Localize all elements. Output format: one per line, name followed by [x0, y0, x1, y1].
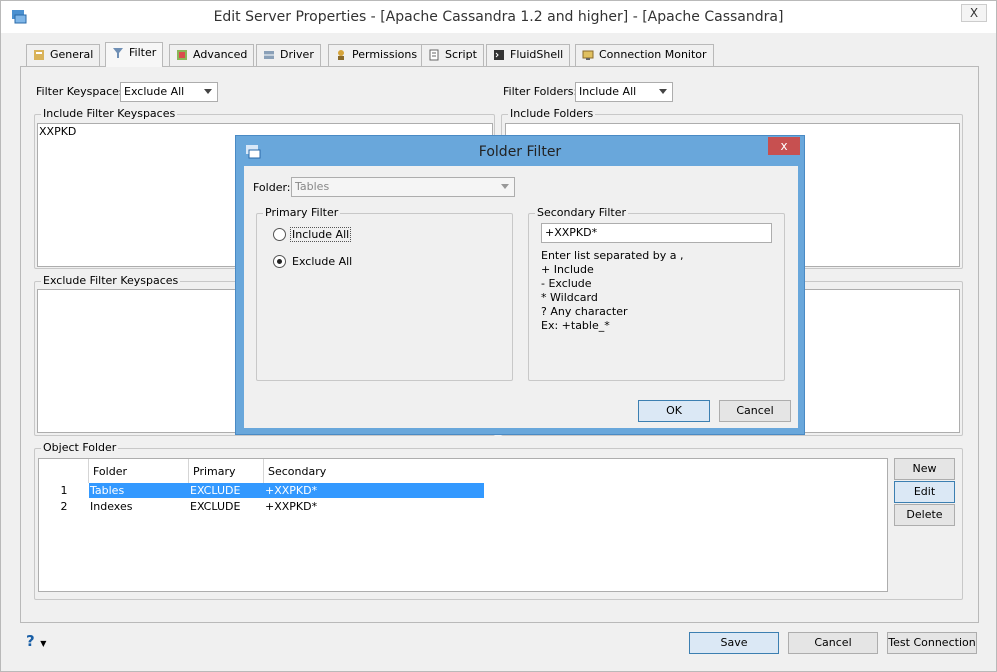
new-button[interactable]: New — [894, 458, 955, 480]
help-line: ? Any character — [541, 305, 628, 318]
chevron-down-icon — [659, 89, 667, 94]
filter-keyspaces-value: Exclude All — [124, 85, 185, 98]
filter-keyspaces-combo[interactable]: Exclude All — [120, 82, 218, 102]
help-line: - Exclude — [541, 277, 592, 290]
row-number: 2 — [60, 500, 68, 513]
row-number: 1 — [60, 484, 68, 497]
folder-combo-value: Tables — [295, 180, 330, 193]
table-header-secondary[interactable]: Secondary — [264, 459, 484, 483]
delete-button[interactable]: Delete — [894, 504, 955, 526]
edit-server-properties-window: Edit Server Properties - [Apache Cassand… — [0, 0, 997, 672]
dialog-cancel-button[interactable]: Cancel — [719, 400, 791, 422]
folder-combo[interactable]: Tables — [291, 177, 515, 197]
table-header-primary[interactable]: Primary — [189, 459, 264, 483]
radio-unchecked-icon — [273, 228, 286, 241]
save-button[interactable]: Save — [689, 632, 779, 654]
row-folder: Tables — [89, 483, 189, 498]
help-line: + Include — [541, 263, 594, 276]
cancel-button[interactable]: Cancel — [788, 632, 878, 654]
row-secondary: +XXPKD* — [265, 500, 318, 513]
tab-connection-monitor-label: Connection Monitor — [599, 48, 707, 61]
include-keyspaces-title: Include Filter Keyspaces — [41, 107, 178, 120]
help-line: Enter list separated by a , — [541, 249, 684, 262]
tab-general-label: General — [50, 48, 94, 61]
tab-script[interactable]: Script — [421, 44, 484, 66]
dialog-body: Folder: Tables Primary Filter Include Al… — [244, 166, 798, 428]
help-line: * Wildcard — [541, 291, 598, 304]
tab-script-label: Script — [445, 48, 477, 61]
filter-folders-combo[interactable]: Include All — [575, 82, 673, 102]
fluidshell-icon — [493, 49, 505, 61]
chevron-down-icon — [204, 89, 212, 94]
filter-keyspaces-label: Filter Keyspaces — [36, 85, 125, 98]
secondary-filter-title: Secondary Filter — [535, 206, 628, 219]
tab-permissions-label: Permissions — [352, 48, 418, 61]
row-primary: EXCLUDE — [189, 483, 264, 498]
row-folder: Indexes — [90, 500, 133, 513]
tab-driver-label: Driver — [280, 48, 314, 61]
chevron-down-icon — [501, 184, 509, 189]
row-secondary: +XXPKD* — [264, 483, 484, 498]
window-title: Edit Server Properties - [Apache Cassand… — [213, 9, 784, 25]
tab-general[interactable]: General — [26, 44, 101, 66]
filter-folders-label: Filter Folders: — [503, 85, 578, 98]
filter-icon — [112, 47, 124, 59]
ok-button[interactable]: OK — [638, 400, 710, 422]
filter-folders-value: Include All — [579, 85, 637, 98]
dialog-close-button[interactable]: x — [768, 137, 800, 155]
tab-connection-monitor[interactable]: Connection Monitor — [575, 44, 714, 66]
tab-advanced-label: Advanced — [193, 48, 248, 61]
permissions-icon — [335, 49, 347, 61]
driver-icon — [263, 49, 275, 61]
title-bar: Edit Server Properties - [Apache Cassand… — [1, 1, 996, 33]
row-primary: EXCLUDE — [190, 500, 241, 513]
table-row[interactable]: 1 Tables EXCLUDE +XXPKD* — [39, 483, 484, 499]
tab-filter-label: Filter — [129, 46, 157, 59]
folder-label: Folder: — [253, 181, 291, 194]
help-button[interactable]: ? ▼ — [26, 632, 46, 650]
folder-filter-dialog: Folder Filter x Folder: Tables Primary F… — [235, 135, 805, 435]
table-header-folder[interactable]: Folder — [89, 459, 189, 483]
include-folders-title: Include Folders — [508, 107, 596, 120]
help-line: Ex: +table_* — [541, 319, 610, 332]
tab-permissions[interactable]: Permissions — [328, 44, 425, 66]
test-connection-button[interactable]: Test Connection — [887, 632, 977, 654]
tab-driver[interactable]: Driver — [256, 44, 321, 66]
general-icon — [33, 49, 45, 61]
secondary-filter-help: Enter list separated by a , + Include - … — [541, 249, 683, 333]
object-folder-title: Object Folder — [41, 441, 119, 454]
primary-filter-title: Primary Filter — [263, 206, 341, 219]
dialog-title: Folder Filter — [478, 144, 562, 160]
edit-button[interactable]: Edit — [894, 481, 955, 503]
help-icon: ? — [26, 632, 35, 650]
chevron-down-icon: ▼ — [40, 639, 47, 648]
object-folder-table[interactable]: Folder Primary Secondary 1 Tables EXCLUD… — [38, 458, 888, 592]
exclude-all-label: Exclude All — [292, 255, 353, 268]
radio-checked-icon — [273, 255, 286, 268]
table-header-num — [39, 459, 89, 483]
tab-advanced[interactable]: Advanced — [169, 44, 255, 66]
include-all-radio[interactable]: Include All — [273, 227, 352, 242]
advanced-icon — [176, 49, 188, 61]
exclude-keyspaces-title: Exclude Filter Keyspaces — [41, 274, 181, 287]
tab-filter[interactable]: Filter — [105, 42, 164, 67]
include-all-label: Include All — [290, 227, 352, 242]
tab-fluidshell[interactable]: FluidShell — [486, 44, 571, 66]
connection-monitor-icon — [582, 49, 594, 61]
exclude-all-radio[interactable]: Exclude All — [273, 255, 354, 268]
window-close-button[interactable]: X — [961, 4, 987, 22]
secondary-filter-input[interactable]: +XXPKD* — [541, 223, 772, 243]
script-icon — [428, 49, 440, 61]
table-row[interactable]: 2 Indexes EXCLUDE +XXPKD* — [39, 499, 484, 515]
tab-fluidshell-label: FluidShell — [510, 48, 564, 61]
